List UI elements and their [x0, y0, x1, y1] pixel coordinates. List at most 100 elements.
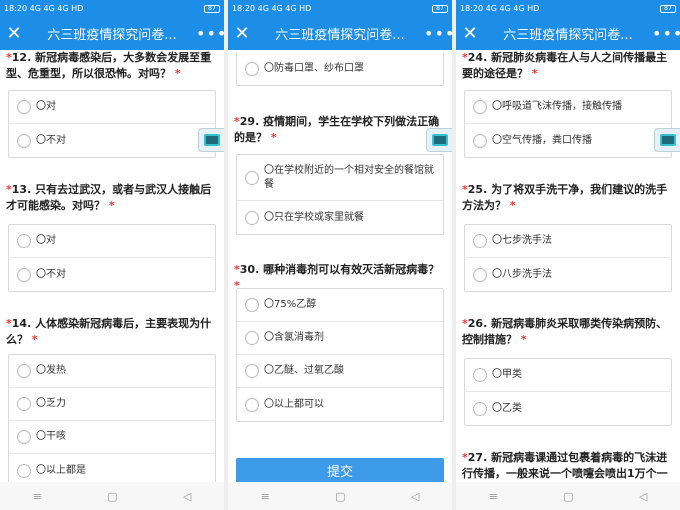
- radio-icon[interactable]: [17, 364, 31, 378]
- options-q13: 〇对 〇不对: [8, 224, 216, 292]
- radio-icon[interactable]: [17, 267, 31, 282]
- question-24: *24. 新冠肺炎病毒在人与人之间传播最主要的途径是？ *: [462, 51, 668, 80]
- system-nav-bar: ≡ ▢ ◁: [456, 482, 680, 510]
- page-title: 六三班疫情探究问卷...: [47, 28, 177, 43]
- option[interactable]: 〇在学校附近的一个相对安全的餐馆就餐: [237, 155, 443, 201]
- radio-icon[interactable]: [17, 234, 31, 248]
- question-29: *29. 疫情期间，学生在学校下列做法正确的是？ *: [234, 115, 440, 144]
- survey-content: *12. 新冠病毒感染后，大多数会发展至重型、危重型，所以很恐怖。对吗？ * 〇…: [0, 50, 224, 482]
- options-q12: 〇对 〇不对: [8, 90, 216, 158]
- option[interactable]: 〇以上都是: [9, 454, 215, 482]
- close-icon[interactable]: ✕: [228, 17, 256, 50]
- options-q24: 〇呼吸道飞沫传播，接触传播 〇空气传播，粪口传播: [464, 90, 672, 158]
- status-bar: 18:20 4G 4G 4G HD 87: [0, 0, 224, 17]
- submit-button[interactable]: 提交: [236, 458, 444, 482]
- home-icon[interactable]: ▢: [335, 490, 345, 503]
- menu-icon[interactable]: ≡: [261, 490, 270, 503]
- radio-icon[interactable]: [17, 397, 31, 411]
- option[interactable]: 〇八步洗手法: [465, 258, 671, 291]
- question-25: *25. 为了将双手洗干净，我们建议的洗手方法为？ *: [462, 183, 668, 212]
- menu-icon[interactable]: ≡: [489, 490, 498, 503]
- radio-icon[interactable]: [473, 100, 487, 114]
- option[interactable]: 〇不对: [9, 124, 215, 157]
- option[interactable]: 〇对: [9, 225, 215, 258]
- more-icon[interactable]: •••: [424, 24, 452, 43]
- option[interactable]: 〇发热: [9, 355, 215, 388]
- option[interactable]: 〇不对: [9, 258, 215, 291]
- status-bar: 18:20 4G 4G 4G HD 87: [456, 0, 680, 17]
- page-title: 六三班疫情探究问卷...: [275, 28, 405, 43]
- battery-icon: 87: [204, 4, 220, 13]
- nav-bar: ✕ 六三班疫情探究问卷... •••: [456, 17, 680, 50]
- menu-icon[interactable]: ≡: [33, 490, 42, 503]
- option[interactable]: 〇防毒口罩、纱布口罩: [237, 52, 443, 85]
- option[interactable]: 〇75%乙醇: [237, 289, 443, 322]
- options-q28-tail: 〇防毒口罩、纱布口罩: [236, 52, 444, 86]
- option[interactable]: 〇干咳: [9, 421, 215, 454]
- more-icon[interactable]: •••: [196, 24, 224, 43]
- question-14: *14. 人体感染新冠病毒后，主要表现为什么？ *: [6, 317, 212, 346]
- option[interactable]: 〇空气传播，粪口传播: [465, 124, 671, 157]
- radio-icon[interactable]: [245, 170, 259, 185]
- floating-widget-icon[interactable]: [198, 128, 224, 152]
- status-network: 18:20 4G 4G 4G HD: [4, 4, 84, 13]
- back-icon[interactable]: ◁: [411, 490, 419, 503]
- options-q14: 〇发热 〇乏力 〇干咳 〇以上都是: [8, 354, 216, 482]
- option[interactable]: 〇乏力: [9, 388, 215, 421]
- radio-icon[interactable]: [245, 397, 259, 412]
- option[interactable]: 〇甲类: [465, 359, 671, 392]
- battery-icon: 87: [432, 4, 448, 13]
- more-icon[interactable]: •••: [652, 24, 680, 43]
- status-bar: 18:20 4G 4G 4G HD 87: [228, 0, 452, 17]
- radio-icon[interactable]: [473, 234, 487, 248]
- radio-icon[interactable]: [245, 364, 259, 378]
- option[interactable]: 〇呼吸道飞沫传播，接触传播: [465, 91, 671, 124]
- option[interactable]: 〇乙类: [465, 392, 671, 425]
- question-27: *27. 新冠病毒课通过包裹着病毒的飞沫进行传播，一般来说一个喷嚏会喷出1万个一…: [462, 451, 668, 480]
- floating-widget-icon[interactable]: [426, 128, 452, 152]
- radio-icon[interactable]: [245, 298, 259, 312]
- option[interactable]: 〇以上都可以: [237, 388, 443, 421]
- close-icon[interactable]: ✕: [0, 17, 28, 50]
- close-icon[interactable]: ✕: [456, 17, 484, 50]
- option[interactable]: 〇只在学校或家里就餐: [237, 201, 443, 234]
- question-13: *13. 只有去过武汉，或者与武汉人接触后才可能感染。对吗？ *: [6, 183, 212, 212]
- radio-icon[interactable]: [245, 61, 259, 76]
- nav-bar: ✕ 六三班疫情探究问卷... •••: [0, 17, 224, 50]
- survey-content: 〇防毒口罩、纱布口罩 *29. 疫情期间，学生在学校下列做法正确的是？ * 〇在…: [228, 50, 452, 482]
- radio-icon[interactable]: [473, 368, 487, 382]
- radio-icon[interactable]: [17, 463, 31, 478]
- battery-icon: 87: [660, 4, 676, 13]
- back-icon[interactable]: ◁: [183, 490, 191, 503]
- radio-icon[interactable]: [473, 267, 487, 282]
- survey-content: *24. 新冠肺炎病毒在人与人之间传播最主要的途径是？ * 〇呼吸道飞沫传播，接…: [456, 50, 680, 482]
- home-icon[interactable]: ▢: [563, 490, 573, 503]
- page-title: 六三班疫情探究问卷...: [503, 28, 633, 43]
- radio-icon[interactable]: [17, 133, 31, 148]
- options-q29: 〇在学校附近的一个相对安全的餐馆就餐 〇只在学校或家里就餐: [236, 154, 444, 235]
- floating-widget-icon[interactable]: [654, 128, 680, 152]
- option[interactable]: 〇含氯消毒剂: [237, 322, 443, 355]
- options-q26: 〇甲类 〇乙类: [464, 358, 672, 426]
- nav-bar: ✕ 六三班疫情探究问卷... •••: [228, 17, 452, 50]
- radio-icon[interactable]: [245, 331, 259, 345]
- screen-panel-3: 18:20 4G 4G 4G HD 87 ✕ 六三班疫情探究问卷... ••• …: [456, 0, 680, 510]
- radio-icon[interactable]: [473, 133, 487, 148]
- question-12: *12. 新冠病毒感染后，大多数会发展至重型、危重型，所以很恐怖。对吗？ *: [6, 51, 212, 80]
- question-26: *26. 新冠病毒肺炎采取哪类传染病预防、控制措施？ *: [462, 317, 668, 346]
- radio-icon[interactable]: [17, 430, 31, 444]
- radio-icon[interactable]: [245, 210, 259, 225]
- option[interactable]: 〇乙醚、过氧乙酸: [237, 355, 443, 388]
- option[interactable]: 〇对: [9, 91, 215, 124]
- status-network: 18:20 4G 4G 4G HD: [460, 4, 540, 13]
- back-icon[interactable]: ◁: [639, 490, 647, 503]
- options-q30: 〇75%乙醇 〇含氯消毒剂 〇乙醚、过氧乙酸 〇以上都可以: [236, 288, 444, 422]
- radio-icon[interactable]: [473, 401, 487, 416]
- option[interactable]: 〇七步洗手法: [465, 225, 671, 258]
- screen-panel-1: 18:20 4G 4G 4G HD 87 ✕ 六三班疫情探究问卷... ••• …: [0, 0, 224, 510]
- options-q25: 〇七步洗手法 〇八步洗手法: [464, 224, 672, 292]
- radio-icon[interactable]: [17, 100, 31, 114]
- home-icon[interactable]: ▢: [107, 490, 117, 503]
- status-network: 18:20 4G 4G 4G HD: [232, 4, 312, 13]
- system-nav-bar: ≡ ▢ ◁: [228, 482, 452, 510]
